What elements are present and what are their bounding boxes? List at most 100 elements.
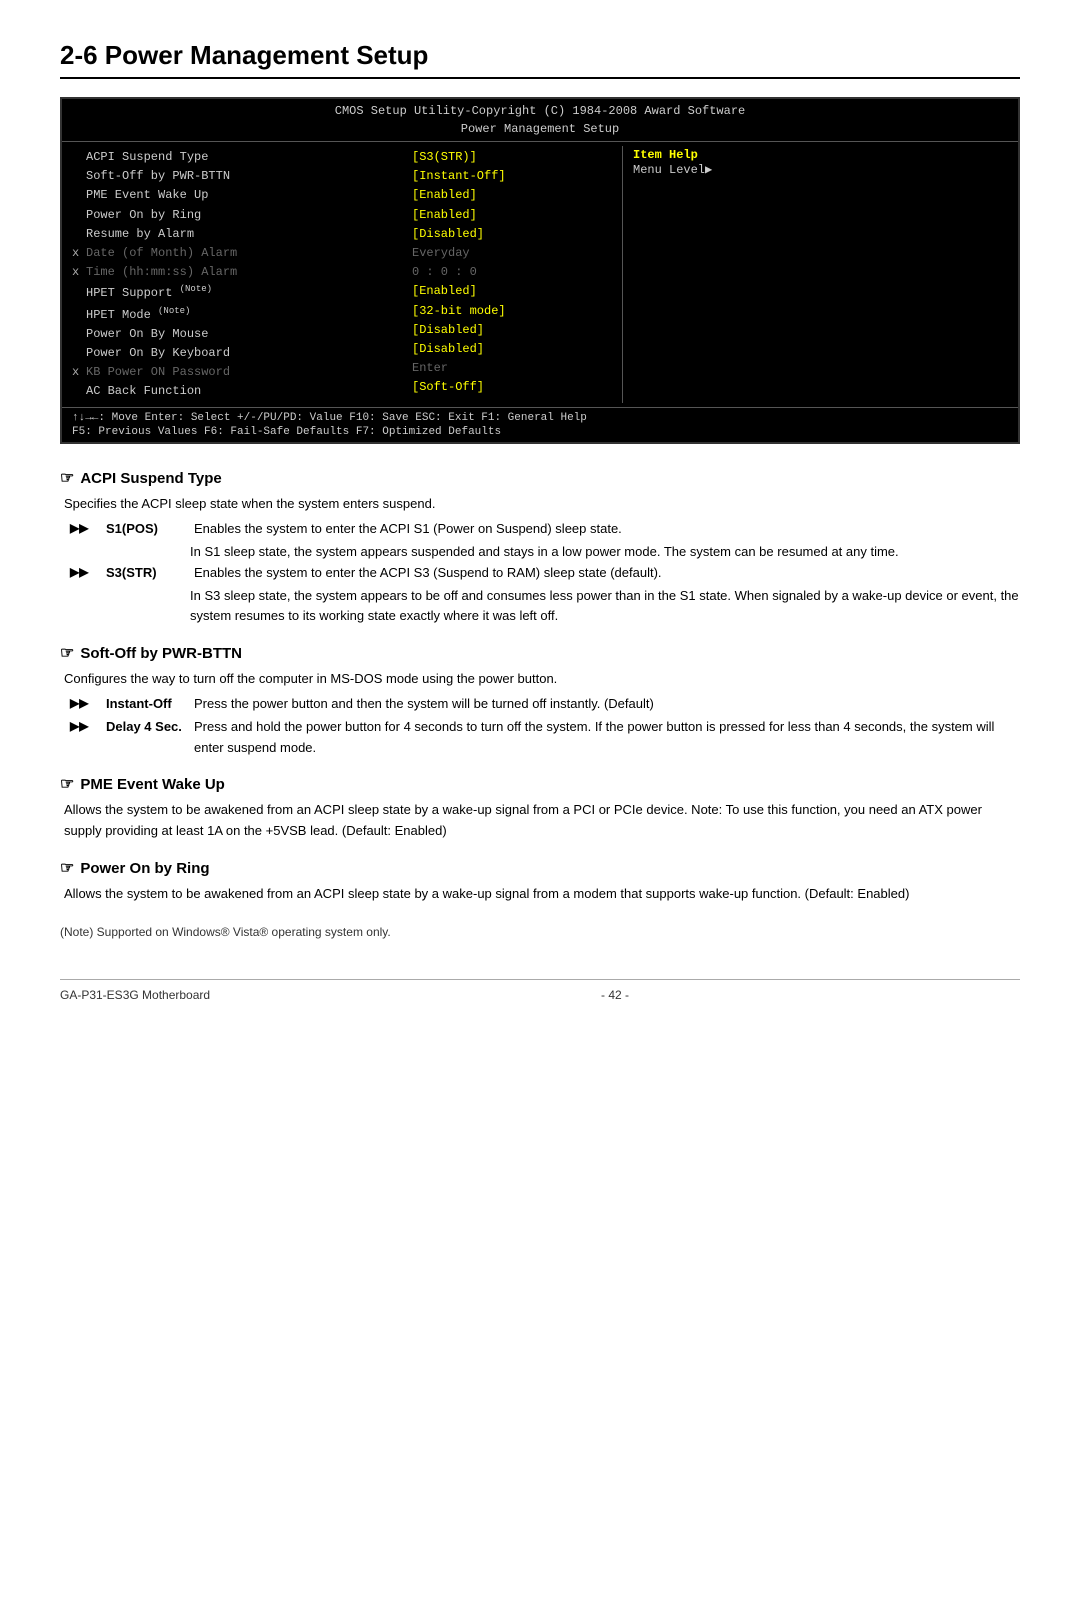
bios-footer: ↑↓→←: Move Enter: Select +/-/PU/PD: Valu… — [62, 407, 1018, 442]
section-desc: Allows the system to be awakened from an… — [64, 884, 1020, 905]
bios-row-label: ACPI Suspend Type — [86, 148, 208, 167]
bios-value-text: [32-bit mode] — [412, 302, 506, 321]
sub-item: ▶▶S1(POS)Enables the system to enter the… — [70, 519, 1020, 540]
bios-value-text: [Enabled] — [412, 282, 477, 301]
bios-row-x — [72, 225, 86, 244]
section-icon: ☞ — [60, 858, 74, 878]
bios-header-line2: Power Management Setup — [62, 120, 1018, 138]
bios-value-text: Everyday — [412, 244, 470, 263]
bios-row-x — [72, 344, 86, 363]
sub-item-desc: Press the power button and then the syst… — [194, 694, 1020, 715]
bios-row: xTime (hh:mm:ss) Alarm — [72, 263, 392, 282]
bios-row-value: 0 : 0 : 0 — [412, 263, 612, 282]
section-soft-off-pwr-bttn: ☞Soft-Off by PWR-BTTN Configures the way … — [60, 643, 1020, 758]
sub-item: ▶▶Delay 4 Sec.Press and hold the power b… — [70, 717, 1020, 759]
section-power-on-by-ring: ☞ Power On by Ring Allows the system to be… — [60, 858, 1020, 905]
bios-row-value: [Enabled] — [412, 186, 612, 205]
bios-row-value: [Instant-Off] — [412, 167, 612, 186]
section-desc: Configures the way to turn off the compu… — [64, 669, 1020, 690]
bios-row-x: x — [72, 263, 86, 282]
section-title: ☞Soft-Off by PWR-BTTN — [60, 643, 1020, 663]
sections-container: ☞ACPI Suspend TypeSpecifies the ACPI sle… — [60, 468, 1020, 904]
bios-row-label: Resume by Alarm — [86, 225, 194, 244]
bios-row: AC Back Function — [72, 382, 392, 401]
bios-row: HPET Mode (Note) — [72, 304, 392, 325]
bios-row-label: PME Event Wake Up — [86, 186, 208, 205]
note-text: (Note) Supported on Windows® Vista® oper… — [60, 925, 1020, 939]
bios-help-text: Menu Level▶ — [633, 162, 1008, 177]
sub-item-arrow: ▶▶ — [70, 694, 100, 715]
section-title-text: PME Event Wake Up — [80, 776, 224, 793]
bios-row-value: [S3(STR)] — [412, 148, 612, 167]
bios-row: Power On By Keyboard — [72, 344, 392, 363]
bios-row: Soft-Off by PWR-BTTN — [72, 167, 392, 186]
section-title-text: Power On by Ring — [80, 860, 209, 877]
bios-value-text: [Enabled] — [412, 206, 477, 225]
bios-value-text: 0 : 0 : 0 — [412, 263, 477, 282]
bios-row: PME Event Wake Up — [72, 186, 392, 205]
bios-row-value: [Soft-Off] — [412, 378, 612, 397]
bios-row-label: Power On By Mouse — [86, 325, 208, 344]
page-footer: GA-P31-ES3G Motherboard - 42 - — [60, 979, 1020, 1002]
bios-row: Resume by Alarm — [72, 225, 392, 244]
section-title: ☞ Power On by Ring — [60, 858, 1020, 878]
section-title: ☞PME Event Wake Up — [60, 774, 1020, 794]
section-title-text: Soft-Off by PWR-BTTN — [80, 645, 242, 662]
bios-value-text: [Instant-Off] — [412, 167, 506, 186]
bios-row-x: x — [72, 363, 86, 382]
bios-row-label: AC Back Function — [86, 382, 201, 401]
sub-item-label: S3(STR) — [106, 563, 186, 584]
bios-value-text: [Disabled] — [412, 225, 484, 244]
bios-value-text: [Soft-Off] — [412, 378, 484, 397]
sub-item-label: Instant-Off — [106, 694, 186, 715]
bios-row-x — [72, 282, 86, 303]
sub-item-continued: In S3 sleep state, the system appears to… — [190, 586, 1020, 628]
section-icon: ☞ — [60, 468, 74, 488]
page-title: 2-6 Power Management Setup — [60, 40, 1020, 79]
bios-row-value: [Disabled] — [412, 340, 612, 359]
bios-row-value: Everyday — [412, 244, 612, 263]
bios-row-label: Soft-Off by PWR-BTTN — [86, 167, 230, 186]
bios-row-x: x — [72, 244, 86, 263]
bios-footer-line1: ↑↓→←: Move Enter: Select +/-/PU/PD: Valu… — [72, 412, 587, 424]
bios-row-value: [Enabled] — [412, 282, 612, 301]
sub-item-desc: Press and hold the power button for 4 se… — [194, 717, 1020, 759]
bios-row: xDate (of Month) Alarm — [72, 244, 392, 263]
bios-value-text: [Enabled] — [412, 186, 477, 205]
bios-row-x — [72, 167, 86, 186]
sub-item-continued: In S1 sleep state, the system appears su… — [190, 542, 1020, 563]
sub-item-arrow: ▶▶ — [70, 519, 100, 540]
bios-row-x — [72, 325, 86, 344]
bios-value-text: [Disabled] — [412, 321, 484, 340]
bios-header-line1: CMOS Setup Utility-Copyright (C) 1984-20… — [62, 102, 1018, 120]
footer-center: - 42 - — [601, 988, 629, 1002]
sub-item: ▶▶ Instant-Off Press the power button and … — [70, 694, 1020, 715]
bios-row-label: Time (hh:mm:ss) Alarm — [86, 263, 237, 282]
bios-row-x — [72, 382, 86, 401]
bios-settings-values: [S3(STR)][Instant-Off][Enabled][Enabled]… — [402, 146, 622, 403]
bios-header: CMOS Setup Utility-Copyright (C) 1984-20… — [62, 99, 1018, 142]
bios-row: HPET Support (Note) — [72, 282, 392, 303]
bios-row-value: [32-bit mode] — [412, 302, 612, 321]
bios-row: Power On by Ring — [72, 206, 392, 225]
section-desc: Specifies the ACPI sleep state when the … — [64, 494, 1020, 515]
bios-row-x — [72, 186, 86, 205]
bios-row: xKB Power ON Password — [72, 363, 392, 382]
bios-row-label: Date (of Month) Alarm — [86, 244, 237, 263]
bios-help-title: Item Help — [633, 148, 1008, 162]
sub-item-arrow: ▶▶ — [70, 563, 100, 584]
footer-left: GA-P31-ES3G Motherboard — [60, 988, 210, 1002]
bios-screenshot: CMOS Setup Utility-Copyright (C) 1984-20… — [60, 97, 1020, 444]
bios-value-text: [S3(STR)] — [412, 148, 477, 167]
bios-row-label: KB Power ON Password — [86, 363, 230, 382]
bios-settings-left: ACPI Suspend Type Soft-Off by PWR-BTTN P… — [62, 146, 402, 403]
bios-row-label: HPET Mode (Note) — [86, 304, 190, 325]
sub-item: ▶▶S3(STR)Enables the system to enter the… — [70, 563, 1020, 584]
section-acpi-suspend-type: ☞ACPI Suspend TypeSpecifies the ACPI sle… — [60, 468, 1020, 627]
bios-row: ACPI Suspend Type — [72, 148, 392, 167]
bios-row-value: [Enabled] — [412, 206, 612, 225]
bios-row-value: [Disabled] — [412, 225, 612, 244]
section-desc: Allows the system to be awakened from an… — [64, 800, 1020, 842]
bios-row-value: [Disabled] — [412, 321, 612, 340]
bios-row-label: HPET Support (Note) — [86, 282, 212, 303]
